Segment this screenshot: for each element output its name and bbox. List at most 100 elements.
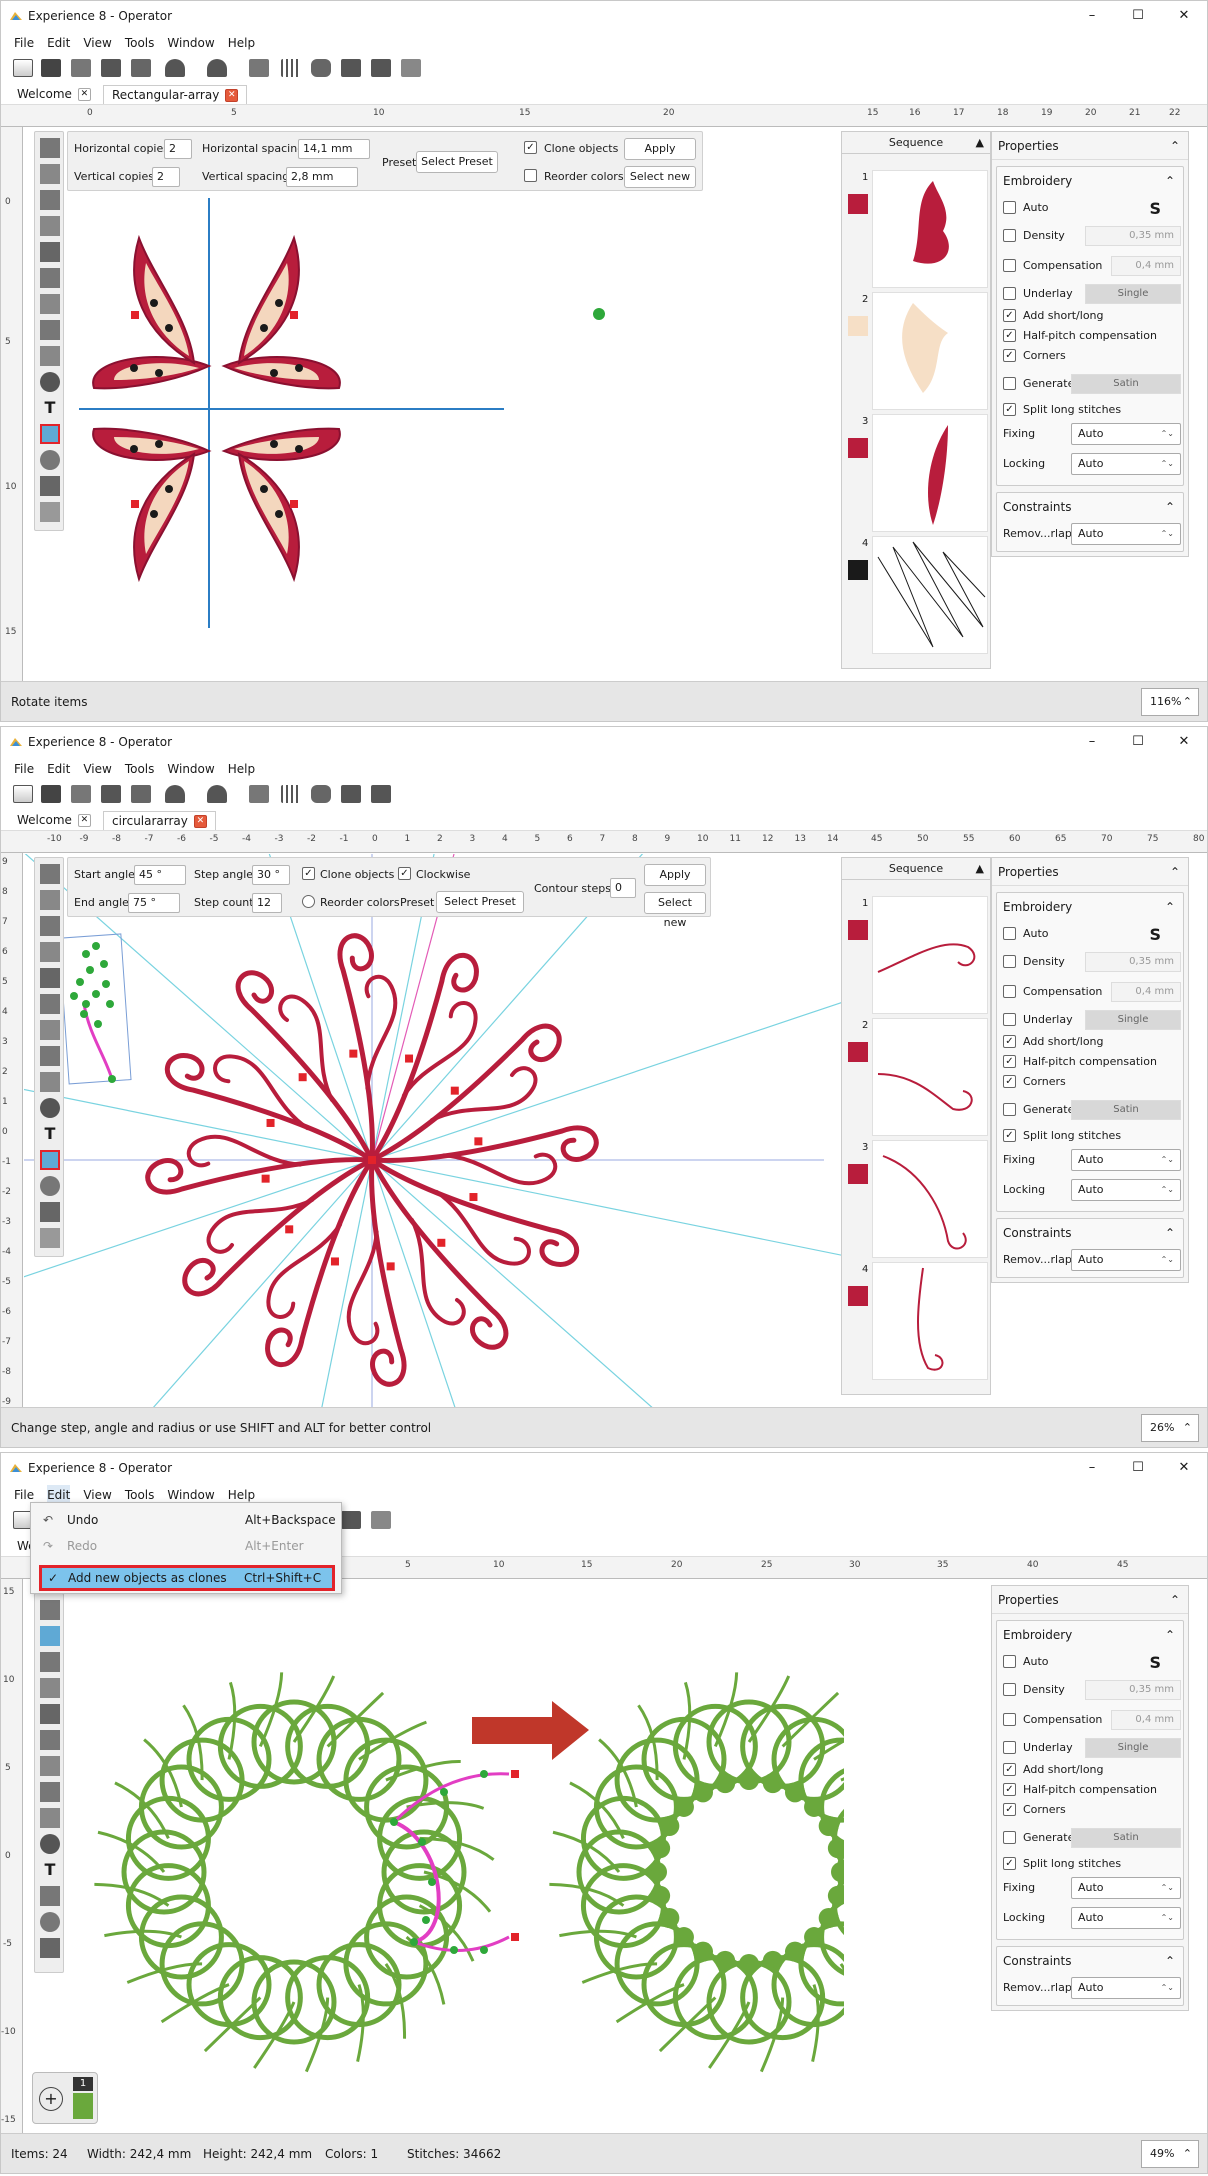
menu-help[interactable]: Help <box>228 33 255 53</box>
star-tool-icon[interactable] <box>40 320 60 340</box>
clone-objects-checkbox[interactable]: ✓ <box>302 867 315 880</box>
clockwise-checkbox[interactable]: ✓ <box>398 867 411 880</box>
split-long-checkbox[interactable]: ✓ <box>1003 403 1016 416</box>
zoom-control[interactable]: 26% ⌃ <box>1141 1414 1199 1442</box>
fill-tool-icon[interactable] <box>40 1756 60 1776</box>
menu-file[interactable]: File <box>14 759 34 779</box>
density-checkbox[interactable] <box>1003 1683 1016 1696</box>
array-tool-icon[interactable] <box>40 1886 60 1906</box>
corners-checkbox[interactable]: ✓ <box>1003 1075 1016 1088</box>
tab-rectangular-array[interactable]: Rectangular-array ✕ <box>103 85 248 104</box>
zoom-control[interactable]: 116% ⌃ <box>1141 688 1199 716</box>
half-pitch-checkbox[interactable]: ✓ <box>1003 1783 1016 1796</box>
menu-item-redo[interactable]: ↷ Redo Alt+Enter <box>31 1533 341 1559</box>
corners-checkbox[interactable]: ✓ <box>1003 349 1016 362</box>
minimize-button[interactable]: – <box>1069 4 1115 28</box>
compensation-checkbox[interactable] <box>1003 1713 1016 1726</box>
maximize-button[interactable]: ☐ <box>1115 4 1161 28</box>
half-pitch-checkbox[interactable]: ✓ <box>1003 1055 1016 1068</box>
remov-select[interactable]: Auto <box>1071 523 1181 545</box>
underlay-value[interactable]: Single <box>1085 284 1181 304</box>
auto-checkbox[interactable] <box>1003 927 1016 940</box>
minimize-button[interactable]: – <box>1069 730 1115 754</box>
menu-edit[interactable]: Edit <box>47 33 70 53</box>
chevron-up-icon[interactable]: ⌃ <box>1170 132 1180 160</box>
sequence-item[interactable]: 1 <box>842 894 990 1016</box>
redo-icon[interactable] <box>207 785 227 803</box>
chevron-up-icon[interactable]: ⌃ <box>1165 1219 1175 1247</box>
frame-tool-icon[interactable] <box>40 1202 60 1222</box>
export-icon[interactable] <box>101 785 121 803</box>
corners-checkbox[interactable]: ✓ <box>1003 1803 1016 1816</box>
node-tool-icon[interactable] <box>40 890 60 910</box>
tab-welcome[interactable]: Welcome ✕ <box>9 811 99 830</box>
chevron-up-icon[interactable]: ⌃ <box>1165 1947 1175 1975</box>
select-tool-icon[interactable] <box>40 1600 60 1620</box>
menu-window[interactable]: Window <box>167 33 214 53</box>
undo-icon[interactable] <box>165 59 185 77</box>
close-icon[interactable]: ✕ <box>77 88 91 101</box>
send-icon[interactable] <box>341 1511 361 1529</box>
add-short-long-checkbox[interactable]: ✓ <box>1003 309 1016 322</box>
add-color-icon[interactable]: + <box>39 2087 63 2111</box>
pen-tool-icon[interactable] <box>40 1072 60 1092</box>
compensation-value[interactable]: 0,4 mm <box>1111 1710 1181 1730</box>
circle-tool-icon[interactable] <box>40 372 60 392</box>
tab-circular-array[interactable]: circulararray ✕ <box>103 811 216 830</box>
machine-icon[interactable] <box>341 785 361 803</box>
generate-as-value[interactable]: Satin <box>1071 1828 1181 1848</box>
stitch-type-icon[interactable]: S <box>1149 925 1161 944</box>
split-long-checkbox[interactable]: ✓ <box>1003 1129 1016 1142</box>
close-icon[interactable]: ✕ <box>77 814 91 827</box>
sequence-item[interactable]: 3 <box>842 1138 990 1260</box>
star-tool-icon[interactable] <box>40 1782 60 1802</box>
contour-steps-input[interactable]: 0 <box>610 878 636 898</box>
collapse-icon[interactable]: ▲ <box>976 858 984 880</box>
view-icon[interactable] <box>311 59 331 77</box>
select-new-button[interactable]: Select new <box>644 892 706 929</box>
menu-tools[interactable]: Tools <box>125 759 155 779</box>
pen-tool-icon[interactable] <box>40 1808 60 1828</box>
tab-welcome[interactable]: Welcome ✕ <box>9 85 99 104</box>
hand-tool-icon[interactable] <box>40 242 60 262</box>
select-new-button[interactable]: Select new <box>624 166 696 188</box>
fill-tool-icon[interactable] <box>40 294 60 314</box>
density-value[interactable]: 0,35 mm <box>1085 952 1181 972</box>
chevron-up-icon[interactable]: ⌃ <box>1165 167 1175 195</box>
step-angle-input[interactable]: 30 ° <box>252 865 290 885</box>
knife-tool-icon[interactable] <box>40 1228 60 1248</box>
measure-tool-icon[interactable] <box>40 268 60 288</box>
density-value[interactable]: 0,35 mm <box>1085 226 1181 246</box>
menu-help[interactable]: Help <box>228 759 255 779</box>
auto-checkbox[interactable] <box>1003 1655 1016 1668</box>
grid-icon[interactable] <box>281 59 301 77</box>
fixing-select[interactable]: Auto <box>1071 1149 1181 1171</box>
pen-tool-icon[interactable] <box>40 346 60 366</box>
file-icon[interactable] <box>13 785 33 803</box>
chevron-up-icon[interactable]: ⌃ <box>1165 1621 1175 1649</box>
open-icon[interactable] <box>41 59 61 77</box>
add-short-long-checkbox[interactable]: ✓ <box>1003 1763 1016 1776</box>
reorder-colors-checkbox[interactable] <box>302 895 315 908</box>
redo-icon[interactable] <box>207 59 227 77</box>
start-angle-input[interactable]: 45 ° <box>134 865 186 885</box>
zoom-control[interactable]: 49% ⌃ <box>1141 2140 1199 2168</box>
v-spacing-input[interactable]: 2,8 mm <box>286 167 358 187</box>
frame-tool-icon[interactable] <box>40 476 60 496</box>
fixing-select[interactable]: Auto <box>1071 423 1181 445</box>
underlay-value[interactable]: Single <box>1085 1738 1181 1758</box>
send-icon[interactable] <box>371 785 391 803</box>
menu-edit[interactable]: Edit <box>47 759 70 779</box>
fill-tool-icon[interactable] <box>40 1020 60 1040</box>
node-tool-icon[interactable] <box>40 164 60 184</box>
array-tool-icon[interactable] <box>40 1150 60 1170</box>
remov-select[interactable]: Auto <box>1071 1977 1181 1999</box>
stitch-icon[interactable] <box>71 785 91 803</box>
underlay-checkbox[interactable] <box>1003 1741 1016 1754</box>
maximize-button[interactable]: ☐ <box>1115 1456 1161 1480</box>
help-cursor-icon[interactable] <box>401 59 421 77</box>
text-tool-icon[interactable]: T <box>40 398 60 418</box>
chevron-up-icon[interactable]: ⌃ <box>1165 493 1175 521</box>
locking-select[interactable]: Auto <box>1071 453 1181 475</box>
sequence-item[interactable]: 4 <box>842 1260 990 1382</box>
